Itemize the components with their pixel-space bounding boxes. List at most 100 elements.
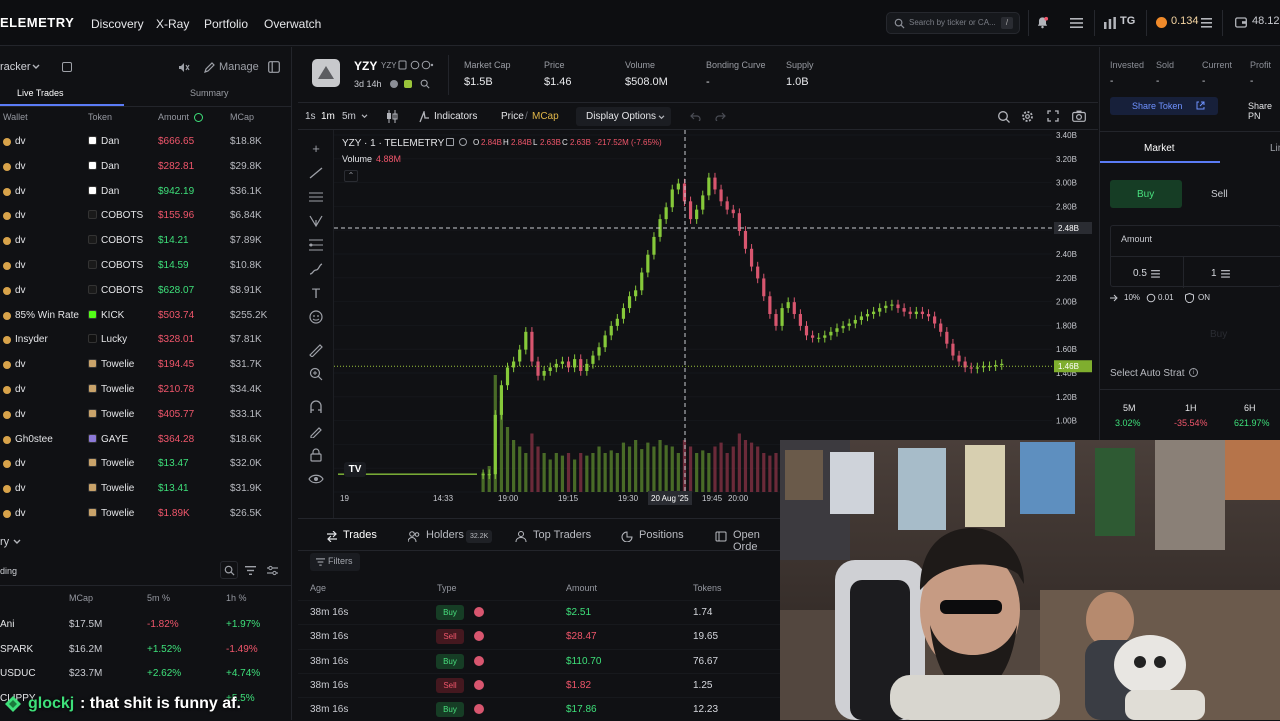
- eye-icon[interactable]: [308, 472, 324, 486]
- col-wallet[interactable]: Wallet: [3, 112, 28, 122]
- horizontal-lines-tool-icon[interactable]: [308, 190, 324, 204]
- trade-row[interactable]: dv Towelie $1.89K $26.5K: [0, 502, 292, 526]
- trade-wallet[interactable]: 85% Win Rate: [15, 310, 79, 321]
- trade-wallet[interactable]: dv: [15, 260, 26, 271]
- fullscreen-icon[interactable]: [1047, 110, 1059, 122]
- trade-token[interactable]: COBOTS: [101, 260, 143, 271]
- tradingview-logo[interactable]: TV: [344, 462, 366, 477]
- trade-row[interactable]: dv Towelie $210.78 $34.4K: [0, 378, 292, 402]
- zoom-in-tool-icon[interactable]: [308, 367, 324, 381]
- trade-row[interactable]: Insyder Lucky $328.01 $7.81K: [0, 328, 292, 352]
- trade-token[interactable]: Towelie: [101, 508, 134, 519]
- camera-icon[interactable]: [1072, 110, 1086, 122]
- col-age[interactable]: Age: [310, 583, 326, 593]
- trade-wallet[interactable]: dv: [15, 409, 26, 420]
- candle-type-icon[interactable]: [386, 110, 398, 123]
- trending-row[interactable]: SPARK $16.2M +1.52% -1.49%: [0, 638, 292, 662]
- copy-icon[interactable]: [398, 60, 434, 70]
- collapse-legend-button[interactable]: ⌃: [344, 170, 358, 182]
- bell-icon[interactable]: [1036, 16, 1049, 29]
- trade-row[interactable]: dv Towelie $194.45 $31.7K: [0, 353, 292, 377]
- ruler-tool-icon[interactable]: [308, 343, 324, 357]
- social-icon[interactable]: [390, 80, 398, 88]
- trade-table-row[interactable]: 38m 16s Buy $2.51 1.74: [298, 600, 780, 624]
- trade-wallet[interactable]: dv: [15, 210, 26, 221]
- trending-name[interactable]: Ani: [0, 619, 14, 630]
- trade-row[interactable]: dv COBOTS $628.07 $8.91K: [0, 279, 292, 303]
- trade-token[interactable]: Lucky: [101, 334, 127, 345]
- tab-limit[interactable]: Lin: [1270, 143, 1280, 154]
- trade-row[interactable]: dv COBOTS $14.59 $10.8K: [0, 254, 292, 278]
- trade-row[interactable]: 85% Win Rate KICK $503.74 $255.2K: [0, 304, 292, 328]
- share-pnl-button[interactable]: Share PN: [1248, 101, 1280, 121]
- trade-token[interactable]: Towelie: [101, 409, 134, 420]
- amount-preset-1[interactable]: 1: [1211, 268, 1217, 279]
- legend-eye-icon[interactable]: [459, 138, 467, 146]
- trade-row[interactable]: dv Towelie $13.41 $31.9K: [0, 477, 292, 501]
- usd-toggle-icon[interactable]: [194, 113, 203, 122]
- select-all-checkbox[interactable]: [62, 62, 72, 72]
- trendline-tool-icon[interactable]: [308, 166, 324, 180]
- trade-table-row[interactable]: 38m 16s Sell $1.82 1.25: [298, 672, 780, 697]
- trending-name[interactable]: SPARK: [0, 644, 33, 655]
- period-6h-label[interactable]: 6H: [1244, 403, 1256, 413]
- trade-wallet[interactable]: dv: [15, 359, 26, 370]
- sliders-icon[interactable]: [267, 565, 278, 576]
- trade-row[interactable]: dv Towelie $13.47 $32.0K: [0, 452, 292, 476]
- trade-wallet[interactable]: dv: [15, 508, 26, 519]
- slippage-value[interactable]: 10%: [1124, 293, 1140, 302]
- col-amount[interactable]: Amount: [158, 112, 189, 122]
- wallet-balance[interactable]: 48.12: [1252, 15, 1280, 27]
- dex-icon[interactable]: [404, 80, 412, 88]
- trade-wallet[interactable]: dv: [15, 458, 26, 469]
- tab-trades[interactable]: Trades: [343, 529, 377, 541]
- mute-icon[interactable]: [178, 62, 190, 73]
- tab-summary[interactable]: Summary: [190, 88, 229, 98]
- tab-holders[interactable]: Holders: [426, 529, 464, 541]
- chevron-down-icon[interactable]: [32, 64, 40, 70]
- pitchfork-tool-icon[interactable]: [308, 214, 324, 228]
- chevron-down-icon[interactable]: [361, 114, 368, 119]
- lock-icon[interactable]: [308, 448, 324, 462]
- chart-bars-icon[interactable]: [1104, 17, 1116, 29]
- search-icon[interactable]: [420, 79, 430, 89]
- trade-token[interactable]: Dan: [101, 186, 119, 197]
- brand-logo[interactable]: ELEMETRY: [0, 15, 74, 30]
- trade-wallet[interactable]: dv: [15, 384, 26, 395]
- buy-toggle[interactable]: Buy: [1110, 180, 1182, 208]
- redo-icon[interactable]: [715, 112, 726, 121]
- col-token[interactable]: Token: [88, 112, 112, 122]
- mcap-toggle[interactable]: MCap: [532, 111, 559, 122]
- search-input[interactable]: Search by ticker or CA... /: [886, 12, 1020, 34]
- trend-col-1h[interactable]: 1h %: [226, 593, 247, 603]
- trade-row[interactable]: dv COBOTS $14.21 $7.89K: [0, 229, 292, 253]
- trade-wallet[interactable]: Gh0stee: [15, 434, 53, 445]
- trending-row[interactable]: USDUC $23.7M +2.62% +4.74%: [0, 662, 292, 686]
- trade-row[interactable]: dv Dan $942.19 $36.1K: [0, 180, 292, 204]
- trending-row[interactable]: Ani $17.5M -1.82% +1.97%: [0, 613, 292, 637]
- trade-table-row[interactable]: 38m 16s Buy $110.70 76.67: [298, 648, 780, 673]
- display-options-dropdown[interactable]: Display Options: [576, 107, 671, 126]
- trade-token[interactable]: COBOTS: [101, 235, 143, 246]
- trade-wallet[interactable]: dv: [15, 285, 26, 296]
- period-1h-label[interactable]: 1H: [1185, 403, 1197, 413]
- indicators-button[interactable]: Indicators: [434, 111, 477, 122]
- chevron-down-icon[interactable]: [13, 539, 21, 545]
- trade-wallet[interactable]: dv: [15, 186, 26, 197]
- trade-token[interactable]: GAYE: [101, 434, 128, 445]
- trending-search-button[interactable]: [220, 561, 238, 579]
- nav-discovery[interactable]: Discovery: [91, 17, 144, 31]
- fib-tool-icon[interactable]: [308, 238, 324, 252]
- filter-icon[interactable]: [245, 566, 256, 575]
- sell-toggle[interactable]: Sell: [1211, 189, 1228, 200]
- trade-token[interactable]: Towelie: [101, 384, 134, 395]
- trade-row[interactable]: dv Dan $282.81 $29.8K: [0, 155, 292, 179]
- interval-5m[interactable]: 5m: [342, 111, 356, 122]
- trade-wallet[interactable]: dv: [15, 136, 26, 147]
- trending-name[interactable]: USDUC: [0, 668, 36, 679]
- interval-1m[interactable]: 1m: [321, 111, 335, 122]
- col-type[interactable]: Type: [437, 583, 457, 593]
- trend-col-5m[interactable]: 5m %: [147, 593, 170, 603]
- magnifier-zoom-icon[interactable]: [997, 110, 1010, 123]
- tracker-dropdown[interactable]: racker: [0, 61, 31, 73]
